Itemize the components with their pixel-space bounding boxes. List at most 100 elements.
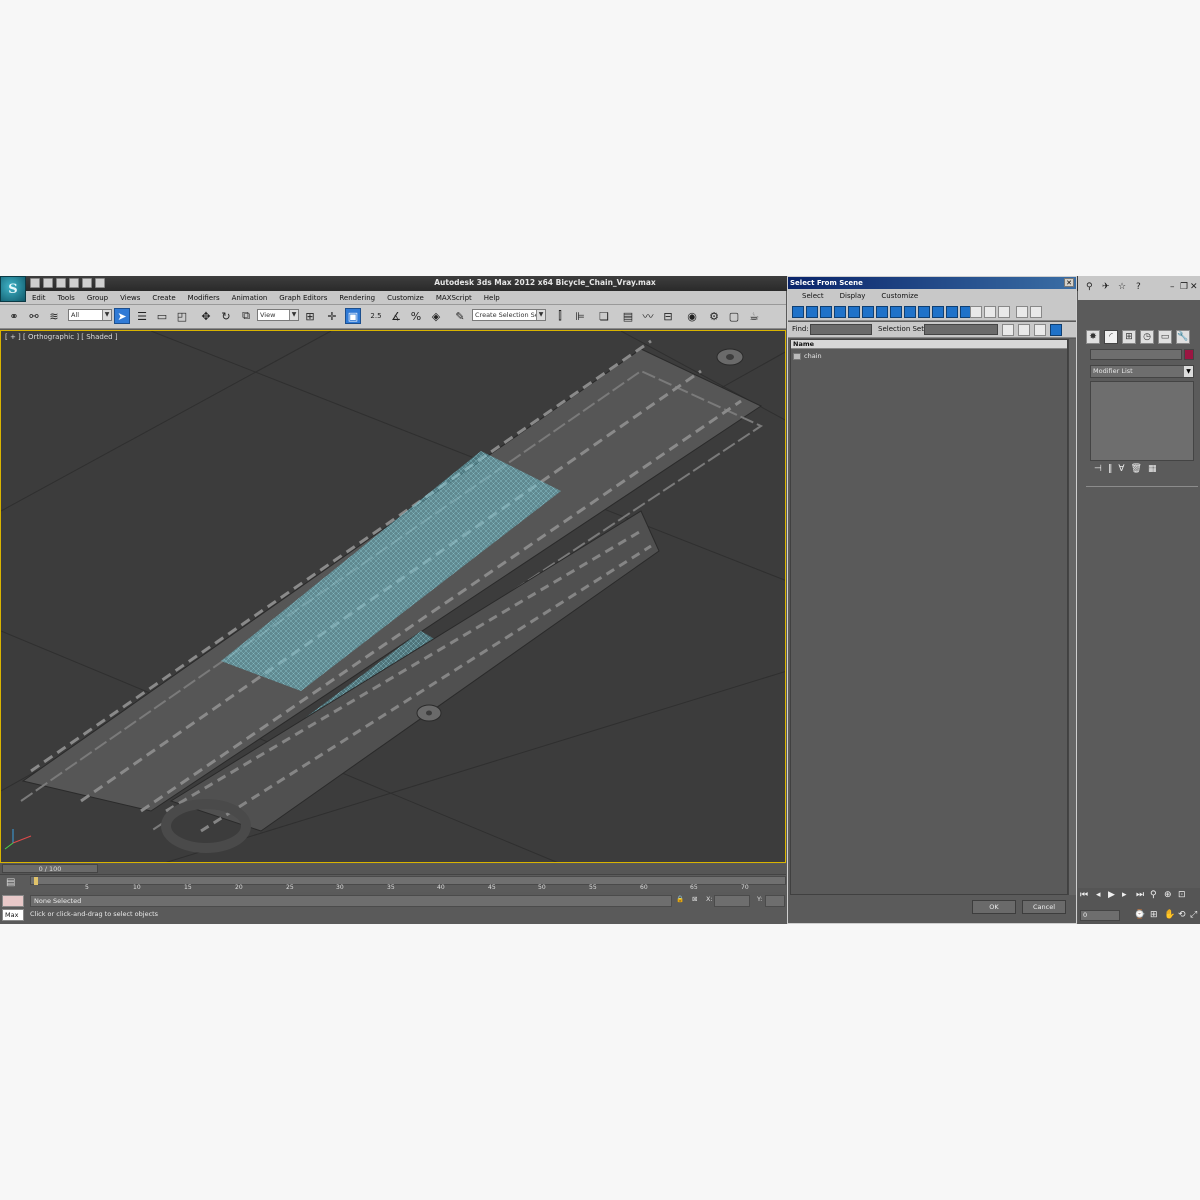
reference-coordinate-dropdown[interactable]: View ▼ [257,309,299,321]
dialog-menu-select[interactable]: Select [794,289,832,303]
y-coord-field[interactable] [765,895,785,907]
x-coord-field[interactable] [714,895,750,907]
orbit-icon[interactable]: ⟲ [1178,910,1186,920]
time-slider-label[interactable]: 0 / 100 [2,864,98,873]
select-by-name-icon[interactable]: ☰ [134,308,150,324]
dialog-menu-customize[interactable]: Customize [873,289,926,303]
zoom-icon[interactable]: ⚲ [1150,890,1157,900]
pin-stack-icon[interactable]: ⊣ [1094,464,1102,478]
menu-customize[interactable]: Customize [381,292,430,304]
align-icon[interactable]: ⊫ [572,308,588,324]
modifier-stack[interactable] [1090,381,1194,461]
display-xrefs-icon[interactable] [890,306,902,318]
lock-selection-icon[interactable]: 🔒 [676,895,684,903]
snaps-toggle-icon[interactable]: 2.5 [368,308,384,324]
field-of-view-icon[interactable]: ⊞ [1150,910,1158,920]
named-selection-sets-dropdown[interactable]: Create Selection Se ▼ [472,309,546,321]
make-unique-icon[interactable]: ∀ [1118,464,1124,478]
edit-named-selection-icon[interactable]: ✎ [452,308,468,324]
go-to-start-icon[interactable]: ⏮ [1080,890,1088,900]
subscription-icon[interactable]: ✈ [1102,282,1110,292]
modifier-list-dropdown[interactable]: Modifier List ▼ [1090,365,1194,378]
render-production-icon[interactable]: ☕ [746,308,762,324]
percent-snap-icon[interactable]: % [408,308,424,324]
time-config-icon[interactable]: ⌚ [1134,910,1145,920]
display-cameras-icon[interactable] [834,306,846,318]
dialog-menu-display[interactable]: Display [832,289,874,303]
go-to-end-icon[interactable]: ⏭ [1136,890,1144,900]
display-frozen-icon[interactable] [932,306,944,318]
link-icon[interactable]: ⚭ [6,308,22,324]
move-icon[interactable]: ✥ [198,308,214,324]
select-all-icon[interactable] [1002,324,1014,336]
select-object-icon[interactable]: ➤ [114,308,130,324]
keyboard-shortcut-override-icon[interactable]: ▣ [345,308,361,324]
display-none-icon[interactable] [970,306,982,318]
new-file-icon[interactable] [30,278,40,288]
track-bar-ruler[interactable] [30,876,786,885]
angle-snap-icon[interactable]: ∡ [388,308,404,324]
utilities-tab-icon[interactable]: 🔧 [1176,330,1190,344]
ok-button[interactable]: OK [972,900,1016,914]
display-space-warps-icon[interactable] [862,306,874,318]
display-containers-icon[interactable] [918,306,930,318]
list-item[interactable]: chain [791,351,822,361]
dialog-title[interactable]: Select From Scene [788,277,1076,289]
selection-set-dropdown[interactable] [924,324,998,335]
orthographic-viewport[interactable]: [ + ] [ Orthographic ] [ Shaded ] [0,330,786,863]
select-dependents-icon[interactable] [1050,324,1062,336]
menu-views[interactable]: Views [114,292,146,304]
help-icon[interactable]: ? [1136,282,1141,292]
display-bones-icon[interactable] [904,306,916,318]
menu-tools[interactable]: Tools [52,292,81,304]
motion-tab-icon[interactable]: ◷ [1140,330,1154,344]
filter-icon[interactable] [1016,306,1028,318]
next-frame-icon[interactable]: ▸ [1122,890,1127,900]
previous-frame-icon[interactable]: ◂ [1096,890,1101,900]
scale-icon[interactable]: ⧉ [238,308,254,324]
spinner-snap-icon[interactable]: ◈ [428,308,444,324]
sync-selection-icon[interactable] [998,306,1010,318]
select-invert-icon[interactable] [1034,324,1046,336]
project-folder-icon[interactable] [95,278,105,288]
play-icon[interactable]: ▶ [1108,890,1115,900]
maximize-viewport-icon[interactable]: ⤢ [1190,910,1197,920]
time-slider[interactable]: 0 / 100 [0,864,786,874]
maxscript-mini-listener[interactable] [2,895,24,907]
object-color-swatch[interactable] [1184,349,1194,360]
modify-tab-icon[interactable]: ◜ [1104,330,1118,344]
menu-rendering[interactable]: Rendering [333,292,381,304]
select-manipulate-icon[interactable]: ✛ [324,308,340,324]
rectangular-selection-icon[interactable]: ▭ [154,308,170,324]
object-name-field[interactable] [1090,349,1182,360]
curve-editor-icon[interactable]: 〰 [640,308,656,324]
undo-icon[interactable] [69,278,79,288]
display-groups-icon[interactable] [876,306,888,318]
rendered-frame-window-icon[interactable]: ▢ [726,308,742,324]
viewport-label[interactable]: [ + ] [ Orthographic ] [ Shaded ] [5,333,118,341]
absolute-mode-icon[interactable]: ⊠ [692,895,697,903]
rotate-icon[interactable]: ↻ [218,308,234,324]
application-button[interactable]: S [0,276,26,302]
menu-create[interactable]: Create [146,292,181,304]
configure-modifier-sets-icon[interactable]: ▦ [1148,464,1157,478]
find-input[interactable] [810,324,872,335]
select-none-icon[interactable] [1018,324,1030,336]
column-header-name[interactable]: Name [791,340,1067,349]
unlink-icon[interactable]: ⚯ [26,308,42,324]
open-file-icon[interactable] [43,278,53,288]
infocenter-search-icon[interactable]: ⚲ [1086,282,1093,292]
display-helpers-icon[interactable] [848,306,860,318]
pivot-center-icon[interactable]: ⊞ [302,308,318,324]
menu-maxscript[interactable]: MAXScript [430,292,478,304]
maxscript-listener[interactable]: Max [0,893,26,924]
favorites-icon[interactable]: ☆ [1118,282,1126,292]
zoom-extents-icon[interactable]: ⊡ [1178,890,1186,900]
hierarchy-tab-icon[interactable]: ⊞ [1122,330,1136,344]
cancel-button[interactable]: Cancel [1022,900,1066,914]
menu-edit[interactable]: Edit [26,292,52,304]
layer-manager-icon[interactable]: ❏ [596,308,612,324]
close-icon[interactable]: ✕ [1190,282,1198,292]
scene-object-list[interactable]: Name chain [790,339,1068,895]
display-shapes-icon[interactable] [806,306,818,318]
